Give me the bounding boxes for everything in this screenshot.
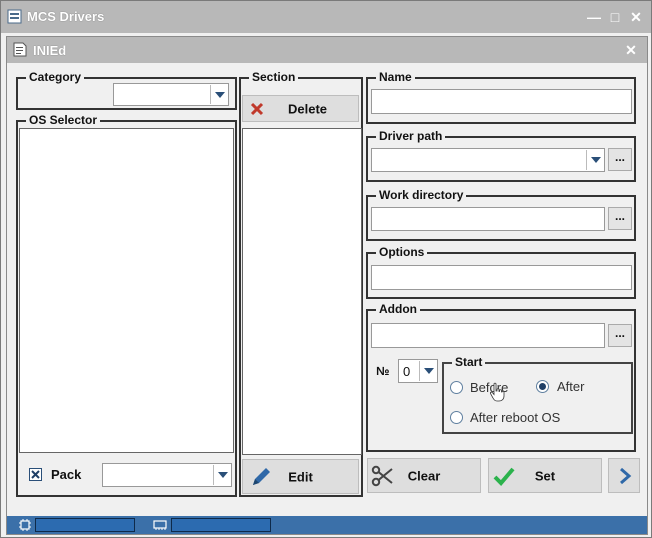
set-label: Set xyxy=(534,468,556,483)
edit-label: Edit xyxy=(288,469,313,484)
os-selector-list[interactable] xyxy=(19,128,234,453)
set-button[interactable]: Set xyxy=(488,458,602,493)
driver-path-combo[interactable] xyxy=(371,148,605,172)
addon-browse-button[interactable]: ... xyxy=(608,324,632,347)
addon-label: Addon xyxy=(376,302,420,316)
clear-label: Clear xyxy=(407,468,441,483)
maximize-button[interactable]: □ xyxy=(607,9,623,25)
status-bar xyxy=(7,516,647,534)
work-directory-input[interactable] xyxy=(371,207,605,231)
clear-button[interactable]: Clear xyxy=(367,458,481,493)
window-title-bar[interactable]: MCS Drivers — □ ✕ xyxy=(1,1,651,33)
name-label: Name xyxy=(376,70,415,84)
section-group: Section Delete Edit xyxy=(239,70,363,497)
chevron-down-icon[interactable] xyxy=(586,150,603,170)
edit-button[interactable]: Edit xyxy=(242,459,359,494)
after-label[interactable]: After xyxy=(557,379,584,394)
app-window: MCS Drivers — □ ✕ INIEd ✕ Category OS Se… xyxy=(0,0,652,538)
after-radio[interactable] xyxy=(536,380,549,393)
section-label: Section xyxy=(249,70,299,84)
section-list[interactable] xyxy=(242,128,362,455)
chevron-right-icon xyxy=(620,467,632,485)
addon-group: Addon ... № 0 Start Before After After r… xyxy=(366,302,636,452)
checkmark-icon xyxy=(31,470,40,479)
close-button[interactable]: ✕ xyxy=(628,9,644,25)
addon-input[interactable] xyxy=(371,323,605,348)
pack-combo[interactable] xyxy=(102,463,232,487)
name-group: Name xyxy=(366,70,636,124)
work-directory-browse-button[interactable]: ... xyxy=(608,207,632,230)
options-label: Options xyxy=(376,245,428,259)
hand-cursor-icon xyxy=(490,382,505,402)
chevron-down-icon[interactable] xyxy=(419,361,436,381)
dialog-title-bar[interactable]: INIEd ✕ xyxy=(7,37,647,63)
chevron-down-icon[interactable] xyxy=(210,85,227,104)
next-button[interactable] xyxy=(608,458,640,493)
os-selector-label: OS Selector xyxy=(26,113,101,127)
pack-checkbox[interactable] xyxy=(29,468,42,481)
options-input[interactable] xyxy=(371,265,632,290)
category-label: Category xyxy=(26,70,85,84)
number-combo[interactable]: 0 xyxy=(398,359,438,383)
status-cell-cpu xyxy=(35,518,135,532)
after-reboot-label[interactable]: After reboot OS xyxy=(470,410,560,425)
memory-icon xyxy=(153,520,167,530)
document-icon xyxy=(13,42,27,57)
window-title: MCS Drivers xyxy=(27,9,105,24)
ini-editor-dialog: INIEd ✕ Category OS Selector Pack Sectio… xyxy=(6,36,648,535)
number-value: 0 xyxy=(403,364,411,379)
name-input[interactable] xyxy=(371,89,632,114)
start-label: Start xyxy=(452,355,486,369)
cpu-icon xyxy=(19,519,31,531)
dialog-title: INIEd xyxy=(33,43,67,58)
chevron-down-icon[interactable] xyxy=(213,465,230,485)
delete-button[interactable]: Delete xyxy=(242,95,359,122)
minimize-button[interactable]: — xyxy=(586,9,602,25)
before-radio[interactable] xyxy=(450,381,463,394)
number-label: № xyxy=(376,364,390,378)
driver-path-group: Driver path ... xyxy=(366,129,636,182)
work-directory-label: Work directory xyxy=(376,188,467,202)
pack-label: Pack xyxy=(51,467,82,482)
driver-path-label: Driver path xyxy=(376,129,446,143)
category-group: Category xyxy=(16,70,237,110)
category-combo[interactable] xyxy=(113,83,229,106)
os-selector-group: OS Selector Pack xyxy=(16,113,237,497)
delete-label: Delete xyxy=(287,101,328,116)
dialog-close-button[interactable]: ✕ xyxy=(623,42,639,58)
app-icon xyxy=(7,9,22,24)
status-cell-memory xyxy=(171,518,271,532)
driver-path-browse-button[interactable]: ... xyxy=(608,148,632,171)
after-reboot-radio[interactable] xyxy=(450,411,463,424)
options-group: Options xyxy=(366,245,636,299)
work-directory-group: Work directory ... xyxy=(366,188,636,241)
start-group: Start Before After After reboot OS xyxy=(442,355,633,434)
